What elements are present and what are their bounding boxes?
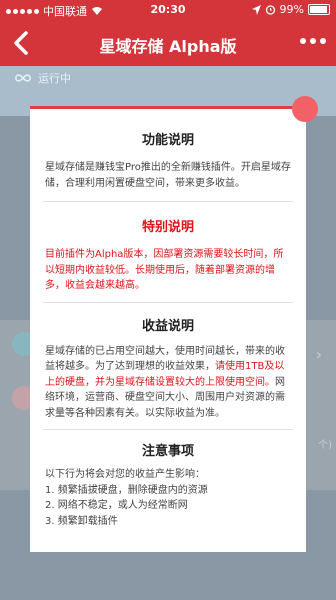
list-item: 1. 频繁插拔硬盘，删除硬盘内的资源 — [45, 484, 208, 496]
section-text: 目前插件为Alpha版本，因部署资源需要较长时间，所以短期内收益较低。长期使用后… — [45, 249, 284, 291]
status-bar: 中国联通 20:30 99% — [0, 0, 336, 20]
chevron-right-icon: › — [315, 345, 322, 364]
more-options-icon[interactable] — [300, 38, 326, 44]
section-feature: 功能说明 星域存储是赚钱宝Pro推出的全新赚钱插件。开启星域存储，合理利用闲置硬… — [45, 109, 291, 201]
section-title: 注意事项 — [141, 444, 194, 459]
page-title: 星域存储 Alpha版 — [99, 37, 237, 56]
infinity-icon — [15, 74, 31, 82]
info-modal: 功能说明 星域存储是赚钱宝Pro推出的全新赚钱插件。开启星域存储，合理利用闲置硬… — [30, 106, 306, 552]
close-button[interactable] — [292, 96, 318, 122]
section-notes: 注意事项 以下行为将会对您的收益产生影响： 1. 频繁插拔硬盘，删除硬盘内的资源… — [45, 430, 291, 529]
list-item: 2. 网络不稳定，或人为经常断网 — [45, 500, 188, 511]
section-text: 以下行为将会对您的收益产生影响： 1. 频繁插拔硬盘，删除硬盘内的资源 2. 网… — [45, 467, 291, 529]
running-status: 运行中 — [14, 70, 71, 86]
section-title: 功能说明 — [141, 133, 194, 148]
notes-list: 1. 频繁插拔硬盘，删除硬盘内的资源 2. 网络不稳定，或人为经常断网 3. 频… — [45, 483, 291, 530]
alarm-icon — [265, 5, 275, 15]
battery-icon — [308, 4, 330, 15]
section-text: 星域存储的已占用空间越大，使用时间越长，带来的收益将越多。为了达到理想的收益效果… — [45, 344, 291, 430]
list-item: 3. 频繁卸载插件 — [45, 515, 118, 527]
section-text: 星域存储是赚钱宝Pro推出的全新赚钱插件。开启星域存储，合理利用闲置硬盘空间，带… — [45, 162, 291, 189]
running-label: 运行中 — [38, 72, 71, 85]
battery-percent: 99% — [279, 3, 304, 16]
background-count-hint: 个) — [318, 440, 332, 451]
status-right: 99% — [251, 3, 330, 16]
notes-intro: 以下行为将会对您的收益产生影响： — [45, 469, 205, 480]
section-title: 收益说明 — [141, 318, 194, 334]
nav-bar: 星域存储 Alpha版 — [0, 20, 336, 66]
section-special: 特别说明 目前插件为Alpha版本，因部署资源需要较长时间，所以短期内收益较低。… — [45, 202, 291, 302]
location-icon — [251, 4, 261, 15]
section-title: 特别说明 — [141, 220, 194, 235]
section-earnings: 收益说明 星域存储的已占用空间越大，使用时间越长，带来的收益将越多。为了达到理想… — [45, 303, 291, 430]
